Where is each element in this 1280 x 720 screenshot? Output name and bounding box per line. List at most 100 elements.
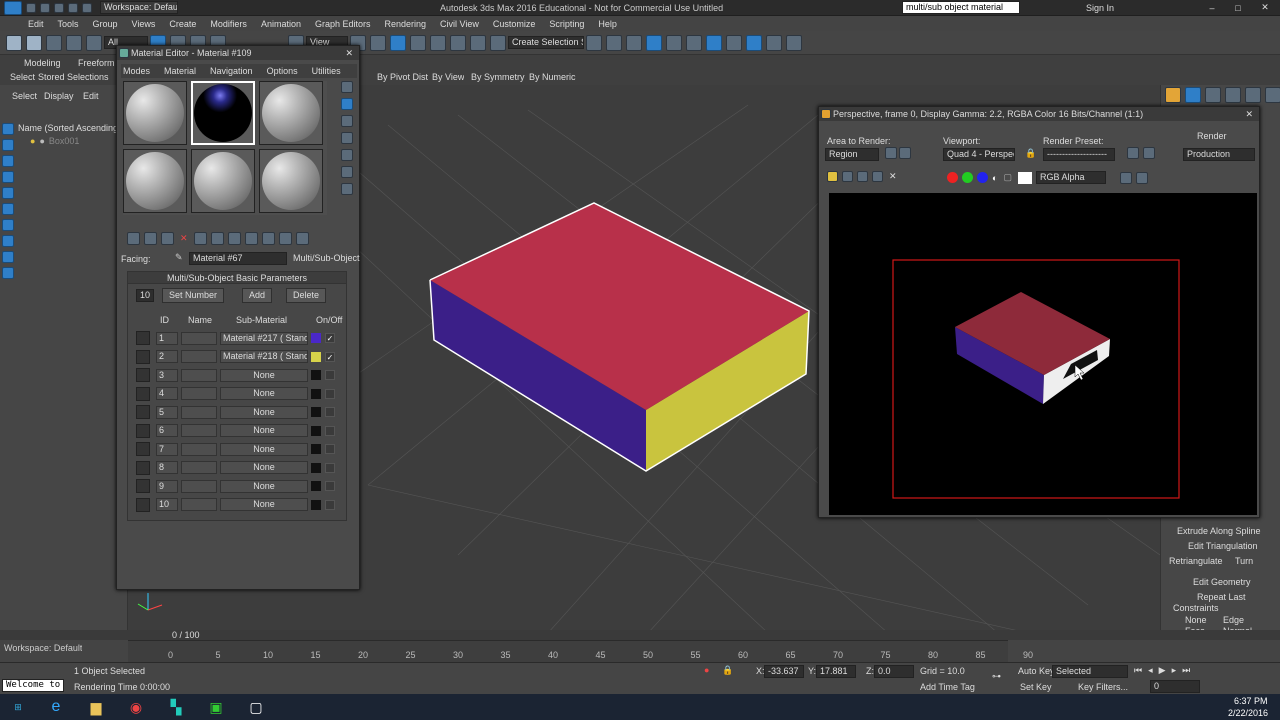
set-number-button[interactable]: Set Number xyxy=(162,288,225,303)
submaterial-onoff-checkbox[interactable] xyxy=(325,388,335,399)
material-id-icon[interactable] xyxy=(227,232,241,245)
sample-slot[interactable] xyxy=(191,149,255,213)
create-tab-icon[interactable] xyxy=(1165,87,1181,103)
y-coordinate[interactable]: 17.881 xyxy=(816,665,856,678)
clock-date[interactable]: 2/22/2016 xyxy=(1228,708,1268,718)
material-name-field[interactable]: Material #67 xyxy=(189,252,287,265)
clear-icon[interactable]: ✕ xyxy=(889,171,897,182)
auto-key-button[interactable]: Auto Key xyxy=(1018,666,1055,676)
menu-customize[interactable]: Customize xyxy=(493,19,536,29)
submaterial-button[interactable]: None xyxy=(220,498,308,512)
align-by-view[interactable]: By View xyxy=(432,72,464,82)
search-input[interactable]: multi/sub object material xyxy=(902,1,1020,14)
filter-icon[interactable] xyxy=(2,203,14,215)
spinner-snap-icon[interactable] xyxy=(470,34,486,51)
extrude-along-spline-button[interactable]: Extrude Along Spline xyxy=(1177,526,1261,536)
submaterial-name[interactable] xyxy=(181,405,217,419)
previous-frame-icon[interactable]: ◂ xyxy=(1148,665,1153,676)
menu-scripting[interactable]: Scripting xyxy=(549,19,584,29)
uv-tiling-icon[interactable] xyxy=(341,132,353,144)
explorer-tab-edit[interactable]: Edit xyxy=(83,91,99,101)
undo-icon[interactable] xyxy=(6,34,22,51)
submaterial-name[interactable] xyxy=(181,424,217,438)
mirror-icon[interactable] xyxy=(586,34,602,51)
menu-rendering[interactable]: Rendering xyxy=(385,19,427,29)
submaterial-onoff-checkbox[interactable] xyxy=(325,481,335,492)
edit-region-icon[interactable] xyxy=(885,147,897,159)
submaterial-name[interactable] xyxy=(181,350,217,364)
submaterial-id[interactable]: 5 xyxy=(156,405,178,419)
camtasia-recorder-icon[interactable]: ▢ xyxy=(236,699,276,716)
close-icon[interactable]: ✕ xyxy=(345,48,353,59)
menu-group[interactable]: Group xyxy=(93,19,118,29)
next-frame-icon[interactable]: ▸ xyxy=(1172,665,1177,676)
render-titlebar[interactable]: Perspective, frame 0, Display Gamma: 2.2… xyxy=(819,107,1259,121)
layer-icon[interactable] xyxy=(626,34,642,51)
explorer-tab-display[interactable]: Display xyxy=(44,91,74,101)
submaterial-button[interactable]: None xyxy=(220,424,308,438)
submaterial-button[interactable]: None xyxy=(220,387,308,401)
render-production-icon[interactable] xyxy=(766,34,782,51)
submaterial-id[interactable]: 9 xyxy=(156,479,178,493)
sample-slot-active[interactable] xyxy=(191,81,255,145)
submaterial-onoff-checkbox[interactable] xyxy=(325,462,335,473)
open-icon[interactable] xyxy=(40,2,50,13)
options-icon[interactable] xyxy=(341,183,353,195)
named-selection-dropdown[interactable]: Create Selection Se xyxy=(508,36,584,49)
menu-views[interactable]: Views xyxy=(132,19,156,29)
time-slider[interactable]: 0 / 100 xyxy=(0,630,1280,640)
light-bulb-icon[interactable]: ● xyxy=(30,136,35,146)
sample-slot[interactable] xyxy=(123,81,187,145)
menu-create[interactable]: Create xyxy=(169,19,196,29)
explorer-column-header[interactable]: Name (Sorted Ascending) xyxy=(18,123,121,133)
channel-dropdown[interactable]: RGB Alpha xyxy=(1035,171,1106,184)
submaterial-onoff-checkbox[interactable] xyxy=(325,407,335,418)
viewport-dropdown[interactable]: Quad 4 - Perspec xyxy=(943,148,1015,161)
filter-icon[interactable] xyxy=(2,267,14,279)
submaterial-color-swatch[interactable] xyxy=(311,388,321,399)
material-swatch[interactable] xyxy=(136,331,150,346)
menu-utilities[interactable]: Utilities xyxy=(312,66,341,76)
show-map-icon[interactable] xyxy=(244,232,258,245)
submaterial-onoff-checkbox[interactable] xyxy=(325,425,335,436)
number-of-materials-field[interactable]: 10 xyxy=(136,289,154,302)
workspace-dropdown[interactable]: Workspace: Default xyxy=(100,1,178,14)
time-slider-frame[interactable]: 0 / 100 xyxy=(172,630,200,640)
menu-edit[interactable]: Edit xyxy=(28,19,44,29)
menu-animation[interactable]: Animation xyxy=(261,19,301,29)
submaterial-name[interactable] xyxy=(181,461,217,475)
production-dropdown[interactable]: Production xyxy=(1183,148,1255,161)
submaterial-color-swatch[interactable] xyxy=(311,425,321,436)
chrome-icon[interactable]: ◉ xyxy=(116,699,156,716)
submaterial-color-swatch[interactable] xyxy=(311,370,321,381)
eyedropper-icon[interactable]: ✎ xyxy=(175,252,183,263)
motion-tab-icon[interactable] xyxy=(1225,87,1241,103)
z-coordinate[interactable]: 0.0 xyxy=(874,665,914,678)
edit-named-selection-icon[interactable] xyxy=(490,34,506,51)
toggle-ui-icon[interactable] xyxy=(1119,171,1132,184)
sample-slot[interactable] xyxy=(259,149,323,213)
assign-to-selection-icon[interactable] xyxy=(161,232,174,245)
hierarchy-tab-icon[interactable] xyxy=(1205,87,1221,103)
align-by-numeric[interactable]: By Numeric xyxy=(529,72,576,82)
x-coordinate[interactable]: -33.637 xyxy=(764,665,804,678)
camtasia-icon[interactable]: ▣ xyxy=(196,699,236,716)
angle-snap-icon[interactable] xyxy=(430,34,446,51)
material-editor-icon[interactable] xyxy=(706,34,722,51)
lock-selection-icon[interactable]: 🔒 xyxy=(722,665,733,676)
filter-icon[interactable] xyxy=(2,139,14,151)
select-manipulate-icon[interactable] xyxy=(370,34,386,51)
filter-icon[interactable] xyxy=(2,251,14,263)
submaterial-button[interactable]: None xyxy=(220,479,308,493)
bind-space-warp-icon[interactable] xyxy=(86,34,102,51)
undo-icon[interactable] xyxy=(68,2,78,13)
render-preset-dropdown[interactable]: -------------------- xyxy=(1043,148,1115,161)
submaterial-id[interactable]: 7 xyxy=(156,442,178,456)
filter-icon[interactable] xyxy=(2,123,14,135)
submaterial-name[interactable] xyxy=(181,368,217,382)
maximize-button[interactable]: □ xyxy=(1226,3,1250,13)
clock-time[interactable]: 6:37 PM xyxy=(1234,696,1268,706)
material-swatch[interactable] xyxy=(136,386,150,401)
put-to-library-icon[interactable] xyxy=(210,232,224,245)
backlight-icon[interactable] xyxy=(341,98,353,110)
